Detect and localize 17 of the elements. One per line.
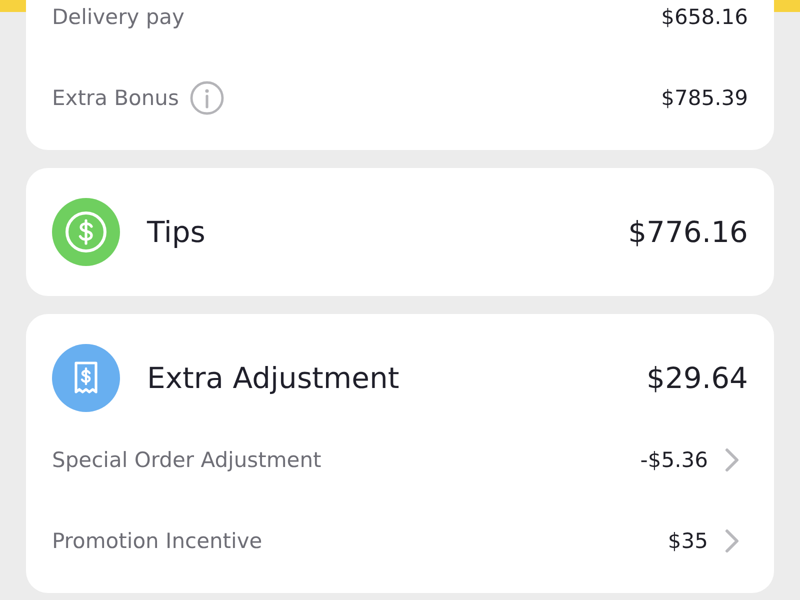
earning-label: Extra Bonus <box>52 86 179 110</box>
tips-amount: $776.16 <box>628 215 748 249</box>
extra-adjustment-title: Extra Adjustment <box>147 361 400 395</box>
earning-label: Delivery pay <box>52 4 184 28</box>
extra-adjustment-amount: $29.64 <box>646 361 748 395</box>
adjustment-label[interactable]: Promotion Incentive <box>52 528 262 552</box>
dollar-coin-icon <box>52 198 120 266</box>
info-icon[interactable] <box>190 80 224 114</box>
earning-amount: $785.39 <box>661 86 748 110</box>
receipt-icon <box>52 344 120 412</box>
chevron-right-icon[interactable] <box>724 528 740 554</box>
adjustment-amount: $35 <box>668 528 708 552</box>
chevron-right-icon[interactable] <box>724 446 740 472</box>
adjustment-amount: -$5.36 <box>640 448 708 472</box>
adjustment-label[interactable]: Special Order Adjustment <box>52 448 322 472</box>
tips-title: Tips <box>147 215 206 249</box>
earning-amount: $658.16 <box>661 4 748 28</box>
